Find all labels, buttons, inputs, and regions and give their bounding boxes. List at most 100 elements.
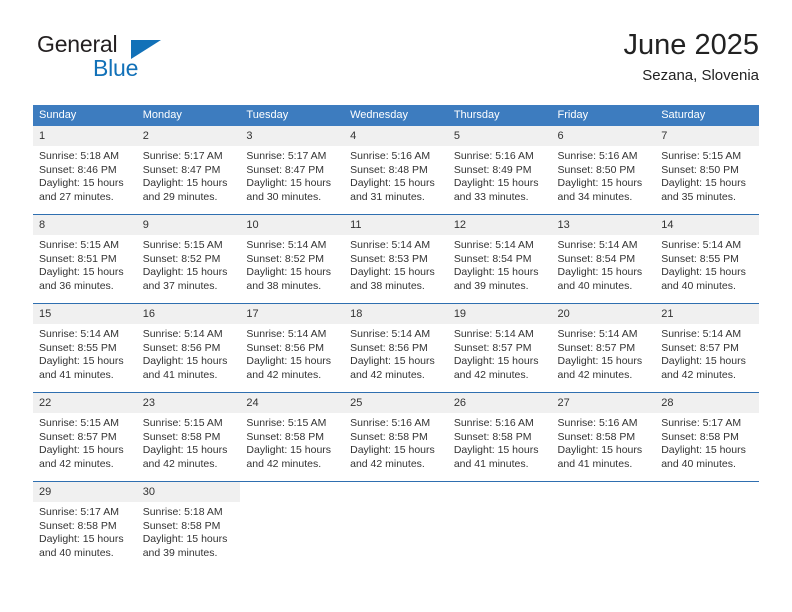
calendar-day-cell[interactable]: 8 Sunrise: 5:15 AM Sunset: 8:51 PM Daylight… [33, 214, 137, 304]
day-number: 17 [240, 304, 345, 324]
calendar-day-cell[interactable]: 1 Sunrise: 5:18 AM Sunset: 8:46 PM Daylight… [33, 126, 137, 215]
sunset-text: Sunset: 8:55 PM [661, 252, 739, 265]
calendar-week-row: 1 Sunrise: 5:18 AM Sunset: 8:46 PM Daylight… [33, 126, 759, 215]
calendar-day-cell[interactable]: 30 Sunrise: 5:18 AM Sunset: 8:58 PM Dayligh… [136, 481, 241, 570]
calendar-day-cell[interactable]: 14 Sunrise: 5:14 AM Sunset: 8:55 PM Dayligh… [655, 214, 759, 304]
sunset-text: Sunset: 8:51 PM [39, 252, 117, 265]
calendar-day-cell[interactable]: 16 Sunrise: 5:14 AM Sunset: 8:56 PM Dayligh… [136, 303, 241, 393]
calendar-day-cell[interactable]: 7 Sunrise: 5:15 AM Sunset: 8:50 PM Daylight… [655, 126, 759, 215]
daylight-text-line2: and 42 minutes. [39, 457, 114, 470]
general-blue-logo[interactable]: General Blue [33, 31, 263, 87]
daylight-text-line2: and 40 minutes. [557, 279, 633, 292]
calendar-day-cell[interactable]: 12 Sunrise: 5:14 AM Sunset: 8:54 PM Dayligh… [447, 214, 552, 304]
calendar-day-cell[interactable]: 3 Sunrise: 5:17 AM Sunset: 8:47 PM Daylight… [240, 126, 345, 215]
calendar-day-cell[interactable]: 11 Sunrise: 5:14 AM Sunset: 8:53 PM Dayligh… [344, 214, 448, 304]
sunset-text: Sunset: 8:57 PM [453, 341, 532, 354]
daylight-text-line1: Daylight: 15 hours [350, 177, 435, 190]
day-details: Sunrise: 5:14 AM Sunset: 8:55 PM Daylight:… [655, 235, 759, 293]
sunset-text: Sunset: 8:57 PM [661, 341, 739, 354]
day-details: Sunrise: 5:14 AM Sunset: 8:57 PM Daylight:… [552, 324, 656, 382]
page-subtitle: Sezana, Slovenia [642, 67, 759, 84]
day-details [344, 502, 448, 506]
sunrise-text: Sunrise: 5:17 AM [39, 506, 119, 518]
calendar-day-cell[interactable]: 27 Sunrise: 5:16 AM Sunset: 8:58 PM Dayligh… [551, 392, 656, 482]
calendar-day-cell[interactable]: 20 Sunrise: 5:14 AM Sunset: 8:57 PM Dayligh… [551, 303, 656, 393]
calendar-day-cell[interactable]: 13 Sunrise: 5:14 AM Sunset: 8:54 PM Dayligh… [551, 214, 656, 304]
weekday-header-thursday: Thursday [447, 105, 552, 126]
day-number: 9 [136, 215, 241, 235]
sunset-text: Sunset: 8:58 PM [661, 430, 739, 443]
sunrise-text: Sunrise: 5:15 AM [39, 417, 119, 429]
calendar-day-cell[interactable]: 9 Sunrise: 5:15 AM Sunset: 8:52 PM Daylight… [136, 214, 241, 304]
sunrise-text: Sunrise: 5:14 AM [453, 239, 534, 251]
sunrise-text: Sunrise: 5:15 AM [661, 150, 742, 162]
sunset-text: Sunset: 8:56 PM [142, 341, 221, 354]
calendar-day-cell[interactable]: 22 Sunrise: 5:15 AM Sunset: 8:57 PM Dayligh… [33, 392, 137, 482]
calendar-day-cell[interactable]: 17 Sunrise: 5:14 AM Sunset: 8:56 PM Dayligh… [240, 303, 345, 393]
calendar-day-cell[interactable]: 28 Sunrise: 5:17 AM Sunset: 8:58 PM Dayligh… [655, 392, 759, 482]
day-number: 18 [344, 304, 448, 324]
day-details: Sunrise: 5:18 AM Sunset: 8:46 PM Daylight:… [33, 146, 137, 204]
sunset-text: Sunset: 8:47 PM [142, 163, 221, 176]
day-details: Sunrise: 5:17 AM Sunset: 8:58 PM Daylight:… [655, 413, 759, 471]
daylight-text-line2: and 42 minutes. [661, 368, 736, 381]
calendar-day-cell[interactable]: 21 Sunrise: 5:14 AM Sunset: 8:57 PM Dayligh… [655, 303, 759, 393]
day-number [240, 482, 345, 502]
sunrise-text: Sunrise: 5:15 AM [246, 417, 327, 429]
sunrise-text: Sunrise: 5:14 AM [661, 239, 742, 251]
daylight-text-line1: Daylight: 15 hours [246, 177, 332, 190]
calendar-day-cell[interactable]: 29 Sunrise: 5:17 AM Sunset: 8:58 PM Dayligh… [33, 481, 137, 570]
daylight-text-line2: and 30 minutes. [246, 190, 322, 203]
sunset-text: Sunset: 8:55 PM [39, 341, 117, 354]
sunrise-text: Sunrise: 5:16 AM [350, 150, 431, 162]
day-number [344, 482, 448, 502]
calendar-day-cell[interactable]: 5 Sunrise: 5:16 AM Sunset: 8:49 PM Daylight… [447, 126, 552, 215]
calendar-day-cell[interactable]: 15 Sunrise: 5:14 AM Sunset: 8:55 PM Dayligh… [33, 303, 137, 393]
daylight-text-line1: Daylight: 15 hours [142, 355, 228, 368]
sunset-text: Sunset: 8:58 PM [350, 430, 428, 443]
sunset-text: Sunset: 8:52 PM [142, 252, 221, 265]
daylight-text-line2: and 31 minutes. [350, 190, 425, 203]
sunrise-text: Sunrise: 5:15 AM [142, 417, 223, 429]
calendar-day-cell[interactable]: 18 Sunrise: 5:14 AM Sunset: 8:56 PM Dayligh… [344, 303, 448, 393]
sunset-text: Sunset: 8:48 PM [350, 163, 428, 176]
calendar-day-cell[interactable]: 10 Sunrise: 5:14 AM Sunset: 8:52 PM Dayligh… [240, 214, 345, 304]
daylight-text-line1: Daylight: 15 hours [39, 533, 124, 546]
day-details [552, 502, 656, 506]
day-details: Sunrise: 5:14 AM Sunset: 8:52 PM Daylight:… [240, 235, 344, 293]
calendar-day-cell[interactable]: 25 Sunrise: 5:16 AM Sunset: 8:58 PM Dayligh… [344, 392, 448, 482]
daylight-text-line2: and 41 minutes. [39, 368, 114, 381]
day-details: Sunrise: 5:15 AM Sunset: 8:50 PM Daylight:… [655, 146, 759, 204]
sunset-text: Sunset: 8:50 PM [661, 163, 739, 176]
sunset-text: Sunset: 8:46 PM [39, 163, 117, 176]
calendar-day-cell[interactable]: 6 Sunrise: 5:16 AM Sunset: 8:50 PM Daylight… [551, 126, 656, 215]
sunrise-text: Sunrise: 5:16 AM [453, 417, 534, 429]
calendar-day-cell[interactable]: 4 Sunrise: 5:16 AM Sunset: 8:48 PM Daylight… [344, 126, 448, 215]
calendar-day-cell[interactable]: 19 Sunrise: 5:14 AM Sunset: 8:57 PM Dayligh… [447, 303, 552, 393]
daylight-text-line1: Daylight: 15 hours [142, 444, 228, 457]
sunset-text: Sunset: 8:58 PM [453, 430, 532, 443]
day-details: Sunrise: 5:15 AM Sunset: 8:52 PM Daylight:… [137, 235, 241, 293]
calendar-day-cell[interactable]: 2 Sunrise: 5:17 AM Sunset: 8:47 PM Daylight… [136, 126, 241, 215]
calendar-header-row: Sunday Monday Tuesday Wednesday Thursday… [33, 105, 759, 126]
calendar-day-cell[interactable]: 26 Sunrise: 5:16 AM Sunset: 8:58 PM Dayligh… [447, 392, 552, 482]
daylight-text-line1: Daylight: 15 hours [246, 355, 332, 368]
day-number: 10 [240, 215, 345, 235]
sunset-text: Sunset: 8:54 PM [557, 252, 636, 265]
calendar-day-cell-empty [551, 481, 656, 570]
day-details: Sunrise: 5:14 AM Sunset: 8:56 PM Daylight:… [137, 324, 241, 382]
day-details: Sunrise: 5:14 AM Sunset: 8:56 PM Daylight:… [344, 324, 448, 382]
daylight-text-line2: and 37 minutes. [142, 279, 218, 292]
day-number [551, 482, 656, 502]
page-title: June 2025 [623, 29, 759, 61]
day-number: 13 [551, 215, 656, 235]
calendar-day-cell-empty [447, 481, 552, 570]
calendar-day-cell[interactable]: 23 Sunrise: 5:15 AM Sunset: 8:58 PM Dayligh… [136, 392, 241, 482]
day-details: Sunrise: 5:14 AM Sunset: 8:54 PM Daylight:… [448, 235, 552, 293]
daylight-text-line2: and 42 minutes. [350, 457, 425, 470]
day-details: Sunrise: 5:14 AM Sunset: 8:55 PM Daylight:… [33, 324, 137, 382]
daylight-text-line1: Daylight: 15 hours [39, 266, 124, 279]
daylight-text-line1: Daylight: 15 hours [142, 266, 228, 279]
calendar-day-cell[interactable]: 24 Sunrise: 5:15 AM Sunset: 8:58 PM Dayligh… [240, 392, 345, 482]
calendar-week-row: 22 Sunrise: 5:15 AM Sunset: 8:57 PM Dayligh… [33, 392, 759, 482]
